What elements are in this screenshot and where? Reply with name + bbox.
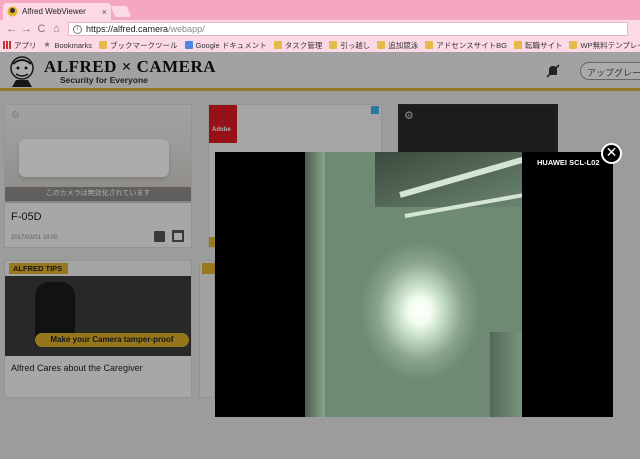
tab-close-icon[interactable]: × <box>102 7 107 17</box>
browser-toolbar: ← → C ⌂ i https://alfred.camera /webapp/ <box>0 20 640 38</box>
bookmark-bookmarks[interactable]: ★ Bookmarks <box>44 41 93 50</box>
folder-icon <box>99 41 108 49</box>
site-info-icon[interactable]: i <box>73 24 82 34</box>
apps-icon <box>3 41 11 49</box>
bookmarks-bar: アプリ ★ Bookmarks ブックマークツール Google ドキュメント タ… <box>0 38 640 52</box>
url-host: https://alfred.camera <box>86 24 169 34</box>
bookmark-apps[interactable]: アプリ <box>3 40 37 51</box>
google-docs-icon <box>184 41 193 49</box>
bookmark-folder[interactable]: 引っ越し <box>329 40 370 51</box>
tab-title: Alfred WebViewer <box>22 7 86 16</box>
bookmark-folder[interactable]: アドセンスサイトBG <box>425 40 507 51</box>
right-wall-shadow <box>490 332 522 417</box>
folder-icon <box>569 41 578 49</box>
tab-strip: Alfred WebViewer × <box>0 0 640 20</box>
device-name-label: HUAWEI SCL-L02 <box>537 158 600 167</box>
alfred-favicon-icon <box>7 6 18 17</box>
browser-tab[interactable]: Alfred WebViewer × <box>3 3 111 20</box>
folder-icon <box>513 41 522 49</box>
folder-icon <box>329 41 338 49</box>
bookmark-folder[interactable]: タスク管理 <box>273 40 322 51</box>
bookmark-folder[interactable]: 転職サイト <box>513 40 562 51</box>
forward-icon[interactable]: → <box>19 23 34 35</box>
bookmark-folder[interactable]: 追加競泳 <box>377 40 418 51</box>
star-icon: ★ <box>43 40 51 49</box>
close-icon[interactable]: ✕ <box>601 143 622 164</box>
folder-icon <box>273 41 282 49</box>
live-view-modal: HUAWEI SCL-L02 <box>215 152 613 417</box>
live-camera-feed <box>305 152 522 417</box>
bookmark-google-docs[interactable]: Google ドキュメント <box>184 40 267 51</box>
left-wall-shadow <box>305 152 325 417</box>
reload-icon[interactable]: C <box>34 23 49 35</box>
url-path: /webapp/ <box>168 24 205 34</box>
bookmark-folder[interactable]: WP無料テンプレー <box>569 40 640 51</box>
back-icon[interactable]: ← <box>4 23 19 35</box>
folder-icon <box>425 41 434 49</box>
folder-icon <box>377 41 386 49</box>
bookmark-folder[interactable]: ブックマークツール <box>99 40 178 51</box>
home-icon[interactable]: ⌂ <box>49 23 64 35</box>
address-bar[interactable]: i https://alfred.camera /webapp/ <box>68 22 628 36</box>
new-tab-button[interactable] <box>110 6 132 17</box>
